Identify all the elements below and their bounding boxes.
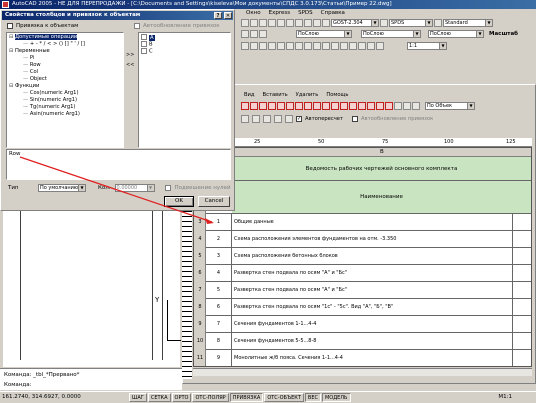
row-index: 3 bbox=[198, 219, 202, 225]
row-index: 9 bbox=[198, 321, 202, 327]
status-snap[interactable]: ШАГ bbox=[129, 392, 147, 402]
status-osnap[interactable]: ПРИВЯЗКА bbox=[229, 392, 264, 402]
status-ortho[interactable]: ОРТО bbox=[171, 392, 192, 402]
row-index: 6 bbox=[198, 270, 202, 276]
annotation-arrow bbox=[19, 156, 214, 224]
row-index: 8 bbox=[198, 304, 202, 310]
command-input[interactable]: Команда: bbox=[4, 380, 178, 390]
command-window: Команда: _tbl_*Прервано* Команда: bbox=[0, 368, 182, 390]
status-model[interactable]: МОДЕЛЬ bbox=[321, 392, 351, 402]
status-scale: M1:1 bbox=[498, 394, 512, 400]
row-index: 4 bbox=[198, 236, 202, 242]
row-index: 11 bbox=[196, 355, 204, 361]
status-grid[interactable]: СЕТКА bbox=[147, 392, 171, 402]
row-index: 5 bbox=[198, 253, 202, 259]
command-history: Команда: _tbl_*Прервано* bbox=[4, 372, 80, 378]
row-index: 7 bbox=[198, 287, 202, 293]
status-bar: 161.2740, 314.6927, 0.0000 ШАГ СЕТКА ОРТ… bbox=[0, 391, 536, 402]
status-polar[interactable]: ОТС-ПОЛЯР bbox=[192, 392, 229, 402]
row-index: 10 bbox=[196, 338, 204, 344]
status-otrack[interactable]: ОТС-ОБЪЕКТ bbox=[264, 392, 304, 402]
coordinates: 161.2740, 314.6927, 0.0000 bbox=[2, 394, 81, 400]
status-lweight[interactable]: ВЕС bbox=[304, 392, 321, 402]
